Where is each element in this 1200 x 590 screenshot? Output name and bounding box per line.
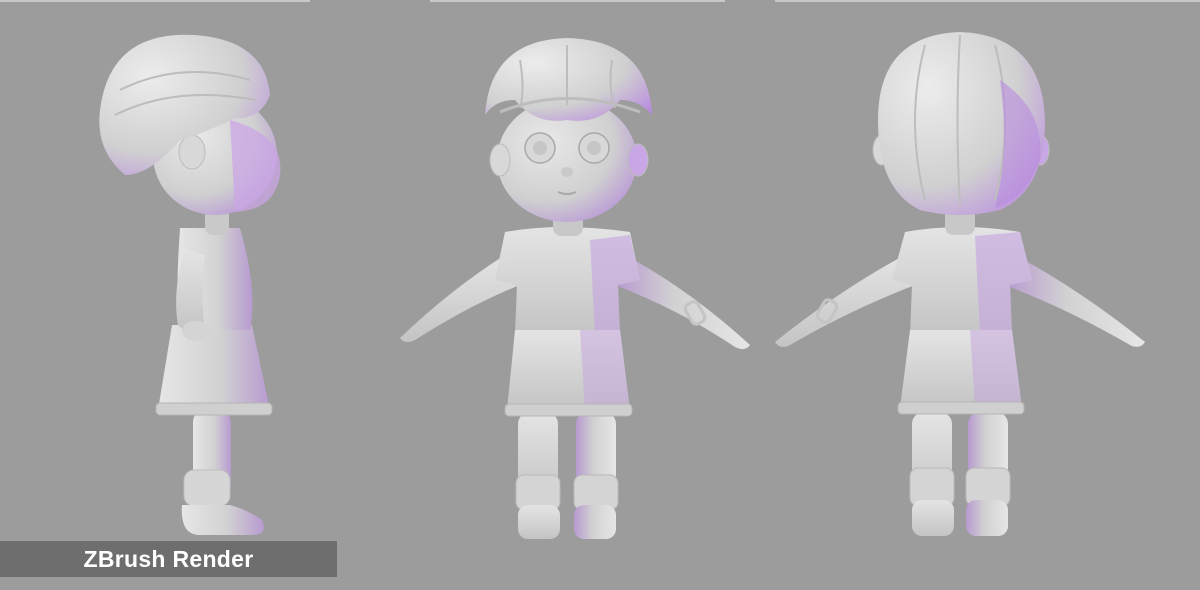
side-skirt — [158, 325, 270, 410]
front-shoe-left — [518, 505, 560, 539]
side-view — [99, 34, 281, 535]
front-sock-left — [515, 474, 561, 511]
caption-bar: ZBrush Render — [0, 541, 337, 577]
side-sock — [183, 469, 231, 507]
side-shoe — [181, 505, 264, 535]
character-render — [99, 32, 1145, 539]
back-skirt-hem — [897, 401, 1025, 415]
front-skirt-shade — [580, 330, 630, 410]
side-ear — [178, 134, 206, 170]
back-skirt-shade — [970, 330, 1022, 408]
front-view — [400, 38, 750, 539]
side-hand — [182, 321, 210, 341]
front-pupil-left — [533, 141, 547, 155]
front-sock-right — [573, 474, 619, 511]
back-shoe-right — [966, 500, 1008, 536]
front-pupil-right — [587, 141, 601, 155]
caption-label: ZBrush Render — [83, 545, 254, 572]
back-shoe-left — [912, 500, 954, 536]
back-arm-left — [775, 255, 915, 347]
render-canvas: ZBrush Render — [0, 0, 1200, 590]
front-shoe-right — [574, 505, 616, 539]
front-nose — [561, 167, 573, 177]
back-view — [775, 32, 1145, 536]
front-skirt-hem — [504, 403, 633, 417]
front-ear-left — [489, 143, 511, 177]
front-ear-right — [627, 143, 649, 177]
side-skirt-hem — [155, 402, 273, 416]
